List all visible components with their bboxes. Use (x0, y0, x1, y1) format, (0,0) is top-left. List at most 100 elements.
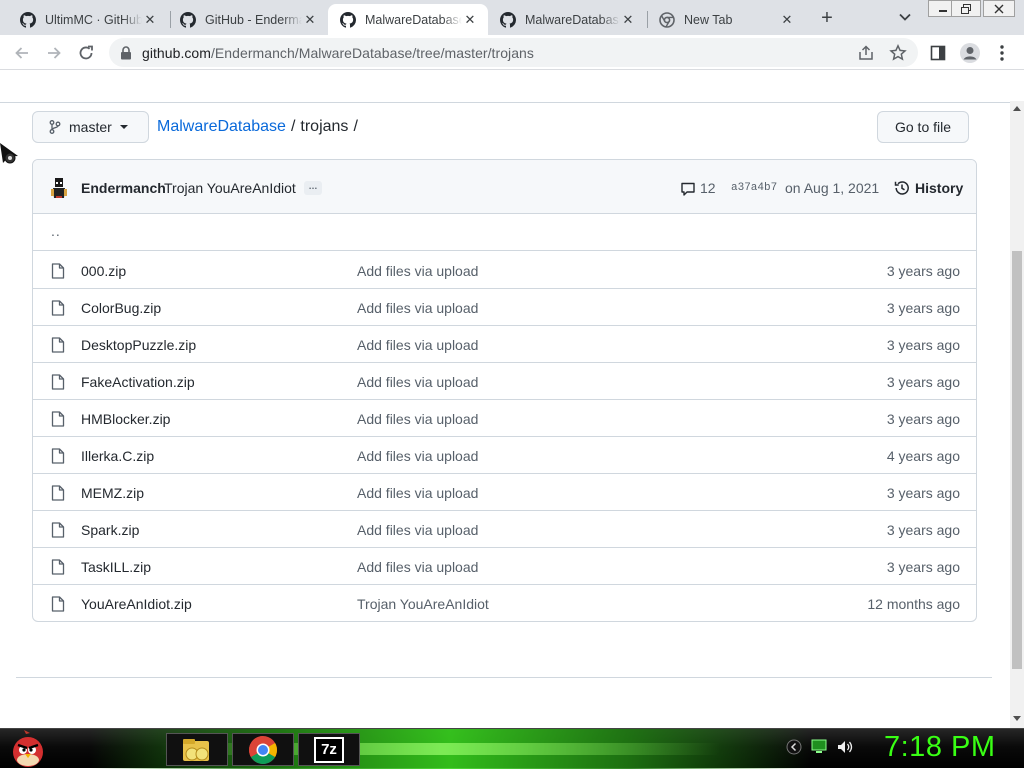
tab-malwaredatabase[interactable]: MalwareDatabase ✕ (488, 4, 646, 35)
tab-trojans-active[interactable]: MalwareDatabase/trojans ✕ (328, 4, 488, 35)
parent-directory-link[interactable]: .. (51, 223, 61, 239)
url-path: /Endermanch/MalwareDatabase/tree/master/… (210, 44, 534, 61)
profile-button[interactable] (958, 41, 982, 65)
chrome-icon (249, 735, 277, 764)
branch-select-button[interactable]: master (32, 111, 149, 143)
file-name-link[interactable]: ColorBug.zip (81, 300, 161, 316)
file-commit-message-link[interactable]: Add files via upload (357, 300, 478, 316)
file-row[interactable]: YouAreAnIdiot.zip Trojan YouAreAnIdiot 12 … (33, 585, 976, 621)
close-icon[interactable]: ✕ (779, 12, 795, 28)
share-icon[interactable] (857, 44, 875, 62)
file-commit-message-link[interactable]: Add files via upload (357, 337, 478, 353)
tab-title: GitHub - Endermanch/MalwareDatabase (205, 12, 302, 27)
taskbar-chrome[interactable] (232, 733, 294, 766)
file-commit-message-link[interactable]: Add files via upload (357, 448, 478, 464)
file-last-modified: 3 years ago (886, 522, 960, 538)
go-to-file-button[interactable]: Go to file (877, 111, 969, 143)
reload-button[interactable] (74, 41, 98, 65)
file-row[interactable]: FakeActivation.zip Add files via upload 3 … (33, 363, 976, 400)
comment-icon[interactable] (680, 181, 696, 197)
file-name-link[interactable]: YouAreAnIdiot.zip (81, 596, 192, 612)
star-icon[interactable] (889, 44, 907, 62)
commit-date: on Aug 1, 2021 (785, 180, 880, 196)
file-name-link[interactable]: FakeActivation.zip (81, 374, 195, 390)
commit-author-link[interactable]: Endermanch (81, 180, 166, 196)
scrollbar-thumb[interactable] (1012, 251, 1022, 669)
file-icon (51, 263, 65, 279)
restore-icon (961, 3, 971, 14)
file-name-link[interactable]: Illerka.C.zip (81, 448, 154, 464)
file-commit-message-link[interactable]: Add files via upload (357, 411, 478, 427)
breadcrumb-repo-link[interactable]: MalwareDatabase (157, 118, 286, 136)
file-icon (51, 411, 65, 427)
file-name-link[interactable]: Spark.zip (81, 522, 139, 538)
file-commit-message-link[interactable]: Add files via upload (357, 522, 478, 538)
divider (16, 677, 992, 678)
chevron-down-icon[interactable] (895, 7, 915, 27)
forward-button[interactable] (42, 41, 66, 65)
file-row[interactable]: TaskILL.zip Add files via upload 3 years a… (33, 548, 976, 585)
taskbar-clock[interactable]: 7:18 PM (884, 731, 996, 764)
comment-count[interactable]: 12 (700, 180, 716, 196)
file-icon (51, 559, 65, 575)
file-name-link[interactable]: HMBlocker.zip (81, 411, 170, 427)
close-icon[interactable]: ✕ (620, 12, 636, 28)
close-icon[interactable]: ✕ (142, 12, 158, 28)
taskbar: 7z 7:18 PM (0, 728, 1024, 769)
page-content: master MalwareDatabase / trojans / Go to… (0, 71, 1010, 728)
back-button[interactable] (10, 41, 34, 65)
file-row[interactable]: Illerka.C.zip Add files via upload 4 years… (33, 437, 976, 474)
tab-ultimmc[interactable]: UltimMC · GitHub ✕ (8, 4, 168, 35)
file-name-link[interactable]: TaskILL.zip (81, 559, 151, 575)
new-tab-button[interactable]: + (815, 6, 839, 30)
page-scrollbar[interactable] (1010, 101, 1024, 728)
file-commit-message-link[interactable]: Add files via upload (357, 263, 478, 279)
file-name-link[interactable]: DesktopPuzzle.zip (81, 337, 196, 353)
scroll-up-arrow[interactable] (1013, 106, 1021, 111)
close-icon[interactable]: ✕ (462, 12, 478, 28)
address-bar[interactable]: github.com/Endermanch/MalwareDatabase/tr… (109, 38, 918, 67)
close-window-button[interactable] (983, 0, 1015, 17)
tab-strip: UltimMC · GitHub ✕ GitHub - Endermanch/M… (0, 0, 1024, 35)
commit-sha-link[interactable]: a37a4b7 (731, 182, 777, 194)
history-link[interactable]: History (915, 180, 963, 196)
7zip-icon: 7z (314, 736, 344, 763)
parent-directory-row[interactable]: .. (33, 215, 976, 251)
file-name-link[interactable]: MEMZ.zip (81, 485, 144, 501)
commit-message-link[interactable]: Trojan YouAreAnIdiot (164, 180, 296, 196)
file-name-link[interactable]: 000.zip (81, 263, 126, 279)
scroll-down-arrow[interactable] (1013, 716, 1021, 721)
file-last-modified: 3 years ago (886, 300, 960, 316)
file-row[interactable]: 000.zip Add files via upload 3 years ago (33, 252, 976, 289)
close-icon[interactable]: ✕ (302, 12, 318, 28)
start-button-angry-bird-icon[interactable] (8, 730, 48, 768)
file-row[interactable]: DesktopPuzzle.zip Add files via upload 3 y… (33, 326, 976, 363)
network-icon[interactable] (810, 739, 828, 755)
file-commit-message-link[interactable]: Add files via upload (357, 485, 478, 501)
file-commit-message-link[interactable]: Trojan YouAreAnIdiot (357, 596, 489, 612)
restore-button[interactable] (951, 0, 981, 17)
tab-github-endermanch[interactable]: GitHub - Endermanch/MalwareDatabase ✕ (168, 4, 328, 35)
tab-title: MalwareDatabase (525, 12, 620, 27)
expand-commit-button[interactable]: … (304, 181, 322, 195)
avatar[interactable] (49, 177, 69, 199)
file-row[interactable]: MEMZ.zip Add files via upload 3 years ago (33, 474, 976, 511)
tray-chevron-icon[interactable] (786, 739, 802, 755)
latest-commit-bar: Endermanch Trojan YouAreAnIdiot … 12 a37… (33, 160, 976, 214)
file-row[interactable]: ColorBug.zip Add files via upload 3 years … (33, 289, 976, 326)
tab-new-tab[interactable]: New Tab ✕ (647, 4, 805, 35)
file-list: Endermanch Trojan YouAreAnIdiot … 12 a37… (32, 159, 977, 622)
file-row[interactable]: HMBlocker.zip Add files via upload 3 years… (33, 400, 976, 437)
volume-icon[interactable] (836, 739, 854, 755)
tab-title: UltimMC · GitHub (45, 12, 142, 27)
history-icon[interactable] (894, 180, 910, 196)
side-panel-button[interactable] (926, 41, 950, 65)
tab-title: New Tab (684, 12, 733, 27)
taskbar-7zip[interactable]: 7z (298, 733, 360, 766)
file-commit-message-link[interactable]: Add files via upload (357, 559, 478, 575)
menu-button[interactable] (990, 41, 1014, 65)
file-row[interactable]: Spark.zip Add files via upload 3 years ago (33, 511, 976, 548)
file-commit-message-link[interactable]: Add files via upload (357, 374, 478, 390)
taskbar-file-explorer[interactable] (166, 733, 228, 766)
github-icon (20, 11, 36, 28)
